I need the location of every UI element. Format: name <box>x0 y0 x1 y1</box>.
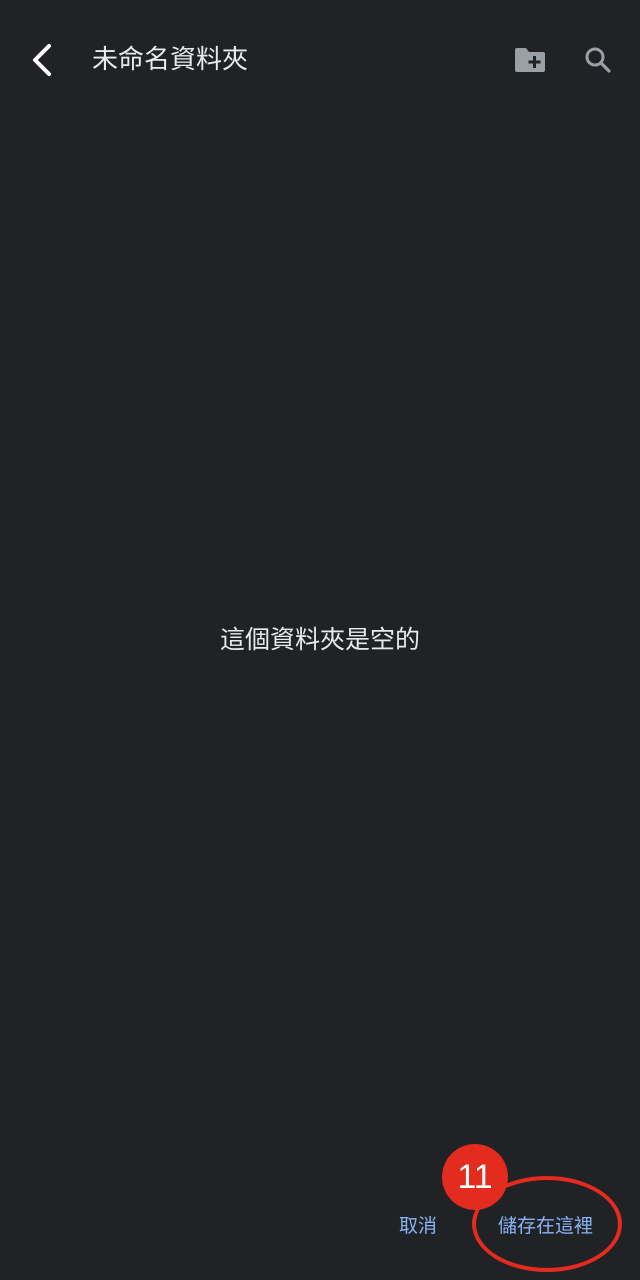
save-here-button[interactable]: 儲存在這裡 <box>498 1210 593 1242</box>
dialog-actions: 取消 儲存在這裡 <box>0 1190 640 1260</box>
back-button[interactable] <box>22 38 62 82</box>
cancel-button[interactable]: 取消 <box>399 1210 437 1242</box>
search-icon <box>585 47 611 73</box>
empty-folder-message: 這個資料夾是空的 <box>219 625 420 654</box>
search-button[interactable] <box>578 40 618 80</box>
page-title: 未命名資料夾 <box>92 45 249 75</box>
new-folder-button[interactable] <box>510 42 550 78</box>
create-new-folder-icon <box>515 48 545 72</box>
chevron-left-icon <box>33 44 51 76</box>
app-bar: 未命名資料夾 <box>0 0 640 120</box>
